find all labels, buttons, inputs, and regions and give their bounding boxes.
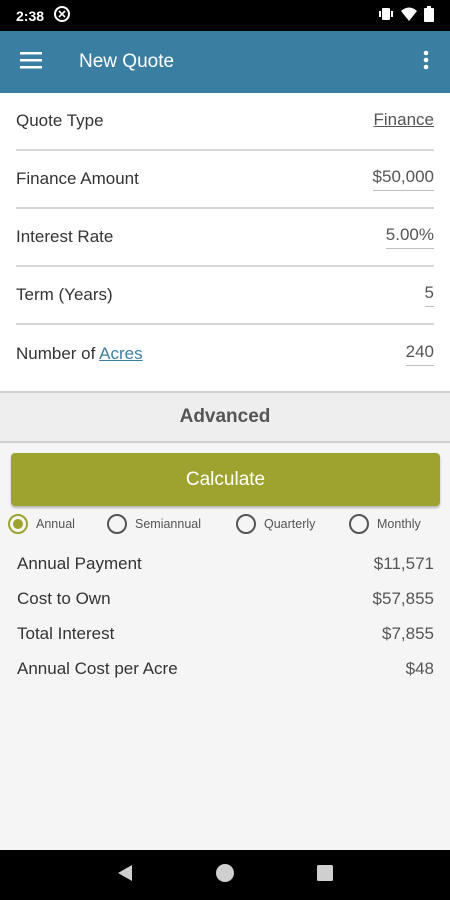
term-input[interactable]: 5 bbox=[424, 283, 434, 307]
result-row: Annual Cost per Acre $48 bbox=[17, 651, 434, 686]
frequency-radio-semiannual[interactable]: Semiannual bbox=[107, 511, 201, 537]
results-list: Annual Payment $11,571 Cost to Own $57,8… bbox=[17, 546, 434, 686]
interest-rate-label: Interest Rate bbox=[16, 227, 114, 246]
frequency-label: Monthly bbox=[377, 517, 421, 531]
advanced-section-toggle[interactable]: Advanced bbox=[0, 391, 450, 443]
calculate-label: Calculate bbox=[185, 468, 266, 490]
vibrate-icon bbox=[378, 7, 394, 24]
result-value: $7,855 bbox=[382, 623, 434, 643]
page-title: New Quote bbox=[79, 51, 175, 72]
recents-button[interactable] bbox=[305, 855, 345, 895]
more-options-button[interactable] bbox=[402, 31, 450, 93]
back-triangle-icon bbox=[117, 864, 133, 887]
acres-label-prefix: Number of bbox=[16, 344, 100, 363]
result-value: $48 bbox=[405, 658, 434, 678]
app-bar: New Quote bbox=[0, 31, 450, 93]
frequency-label: Semiannual bbox=[135, 517, 202, 531]
finance-amount-input[interactable]: $50,000 bbox=[372, 167, 434, 191]
radio-unselected-icon bbox=[107, 514, 127, 534]
quote-type-row: Quote Type Finance bbox=[16, 93, 434, 151]
back-button[interactable] bbox=[105, 855, 145, 895]
system-nav-bar bbox=[0, 850, 450, 900]
acres-label: Number of Acres bbox=[16, 344, 143, 364]
menu-button[interactable] bbox=[0, 31, 62, 93]
result-value: $11,571 bbox=[373, 553, 434, 573]
radio-unselected-icon bbox=[236, 514, 256, 534]
result-row: Total Interest $7,855 bbox=[17, 616, 434, 651]
term-row: Term (Years) 5 bbox=[16, 267, 434, 325]
battery-icon bbox=[424, 6, 434, 25]
frequency-radio-monthly[interactable]: Monthly bbox=[349, 511, 421, 537]
frequency-radio-annual[interactable]: Annual bbox=[8, 511, 75, 537]
finance-amount-row: Finance Amount $50,000 bbox=[16, 151, 434, 209]
payment-frequency-group: Annual Semiannual Quarterly Monthly bbox=[0, 511, 450, 537]
term-label: Term (Years) bbox=[16, 285, 113, 304]
result-label: Cost to Own bbox=[17, 588, 111, 608]
result-value: $57,855 bbox=[372, 588, 434, 608]
advanced-label: Advanced bbox=[179, 406, 271, 427]
quote-form: Quote Type Finance Finance Amount $50,00… bbox=[0, 93, 450, 383]
acres-input[interactable]: 240 bbox=[405, 342, 434, 366]
quote-type-link[interactable]: Finance bbox=[374, 110, 434, 133]
quote-type-label: Quote Type bbox=[16, 111, 104, 130]
status-time: 2:38 bbox=[16, 7, 45, 24]
more-vertical-icon bbox=[423, 50, 429, 75]
result-row: Cost to Own $57,855 bbox=[17, 581, 434, 616]
acres-link[interactable]: Acres bbox=[99, 344, 142, 363]
frequency-label: Annual bbox=[36, 517, 75, 531]
home-circle-icon bbox=[215, 863, 235, 888]
results-area: Calculate Annual Semiannual Quarterly Mo… bbox=[0, 443, 450, 850]
result-label: Annual Cost per Acre bbox=[17, 658, 178, 678]
frequency-label: Quarterly bbox=[264, 517, 316, 531]
interest-rate-input[interactable]: 5.00% bbox=[385, 225, 434, 249]
interest-rate-row: Interest Rate 5.00% bbox=[16, 209, 434, 267]
home-button[interactable] bbox=[205, 855, 245, 895]
result-row: Annual Payment $11,571 bbox=[17, 546, 434, 581]
calculate-button[interactable]: Calculate bbox=[11, 453, 440, 506]
hamburger-menu-icon bbox=[20, 51, 42, 74]
result-label: Annual Payment bbox=[17, 553, 142, 573]
recents-square-icon bbox=[317, 864, 333, 886]
notification-icon bbox=[54, 6, 71, 25]
radio-selected-icon bbox=[8, 514, 28, 534]
radio-unselected-icon bbox=[349, 514, 369, 534]
result-label: Total Interest bbox=[17, 623, 115, 643]
acres-row: Number of Acres 240 bbox=[16, 325, 434, 383]
wifi-icon bbox=[400, 7, 418, 24]
finance-amount-label: Finance Amount bbox=[16, 169, 139, 188]
frequency-radio-quarterly[interactable]: Quarterly bbox=[236, 511, 315, 537]
status-bar: 2:38 bbox=[0, 0, 450, 31]
